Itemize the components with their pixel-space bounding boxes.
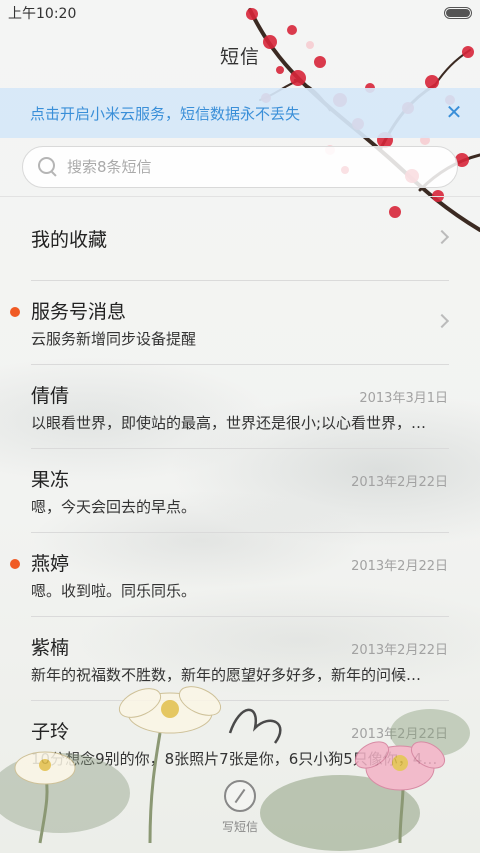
- list-item-conversation[interactable]: 子玲 2013年2月22日 10分想念9别的你，8张照片7张是你，6只小狗5只像…: [0, 701, 480, 785]
- conversation-snippet: 10分想念9别的你，8张照片7张是你，6只小狗5只像你，4…: [31, 750, 438, 768]
- status-bar: 上午10:20: [0, 0, 480, 26]
- status-time: 上午10:20: [8, 6, 77, 22]
- conversation-name: 紫楠: [31, 637, 70, 659]
- conversation-name: 燕婷: [31, 553, 70, 575]
- conversation-date: 2013年2月22日: [351, 643, 448, 658]
- chevron-right-icon: [434, 313, 450, 329]
- compose-label: 写短信: [221, 820, 258, 834]
- conversation-snippet: 嗯。收到啦。同乐同乐。: [31, 582, 197, 600]
- search-bar[interactable]: [22, 146, 458, 188]
- conversation-name: 果冻: [31, 469, 70, 491]
- conversation-name: 子玲: [31, 721, 70, 743]
- close-icon[interactable]: ✕: [444, 102, 464, 122]
- chevron-right-icon: [434, 229, 450, 245]
- conversation-snippet: 云服务新增同步设备提醒: [31, 330, 197, 348]
- conversation-list: 我的收藏 服务号消息 云服务新增同步设备提醒 倩倩 2013年3月1日 以眼看世…: [0, 197, 480, 785]
- conversation-name: 服务号消息: [31, 301, 127, 323]
- compose-button[interactable]: 写短信: [214, 780, 266, 842]
- conversation-name: 我的收藏: [31, 229, 108, 251]
- unread-dot: [10, 307, 20, 317]
- conversation-date: 2013年3月1日: [359, 391, 448, 406]
- search-input[interactable]: [67, 158, 427, 176]
- search-icon: [37, 156, 59, 178]
- conversation-date: 2013年2月22日: [351, 559, 448, 574]
- list-item-favorites[interactable]: 我的收藏: [0, 197, 480, 281]
- page-title: 短信: [219, 46, 260, 68]
- conversation-date: 2013年2月22日: [351, 475, 448, 490]
- conversation-snippet: 以眼看世界，即使站的最高，世界还是很小;以心看世界，…: [31, 414, 427, 432]
- list-item-conversation[interactable]: 燕婷 2013年2月22日 嗯。收到啦。同乐同乐。: [0, 533, 480, 617]
- list-item-conversation[interactable]: 紫楠 2013年2月22日 新年的祝福数不胜数，新年的愿望好多好多，新年的问候…: [0, 617, 480, 701]
- conversation-snippet: 嗯，今天会回去的早点。: [31, 498, 197, 516]
- conversation-date: 2013年2月22日: [351, 727, 448, 742]
- banner-text: 点击开启小米云服务，短信数据永不丢失: [30, 104, 301, 123]
- list-item-conversation[interactable]: 倩倩 2013年3月1日 以眼看世界，即使站的最高，世界还是很小;以心看世界，…: [0, 365, 480, 449]
- conversation-snippet: 新年的祝福数不胜数，新年的愿望好多好多，新年的问候…: [31, 666, 422, 684]
- pen-icon: [224, 780, 256, 812]
- battery-icon: [444, 7, 472, 19]
- list-item-service-messages[interactable]: 服务号消息 云服务新增同步设备提醒: [0, 281, 480, 365]
- unread-dot: [10, 559, 20, 569]
- conversation-name: 倩倩: [31, 385, 70, 407]
- cloud-service-banner[interactable]: 点击开启小米云服务，短信数据永不丢失 ✕: [0, 88, 480, 138]
- list-item-conversation[interactable]: 果冻 2013年2月22日 嗯，今天会回去的早点。: [0, 449, 480, 533]
